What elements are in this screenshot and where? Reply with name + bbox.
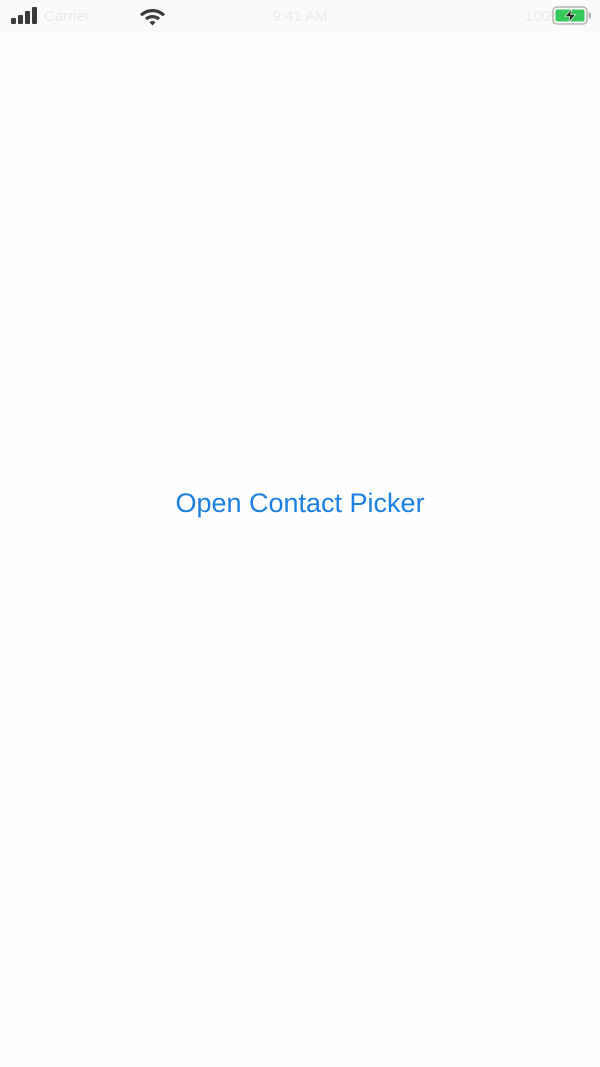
status-bar: Carrier 9:41 AM 100%: [0, 0, 600, 32]
battery-charging-icon: [552, 6, 591, 25]
app-screen: Carrier 9:41 AM 100% Open Contact Picker: [0, 0, 600, 1067]
status-time: 9:41 AM: [272, 8, 328, 25]
open-contact-picker-button[interactable]: Open Contact Picker: [0, 488, 600, 519]
